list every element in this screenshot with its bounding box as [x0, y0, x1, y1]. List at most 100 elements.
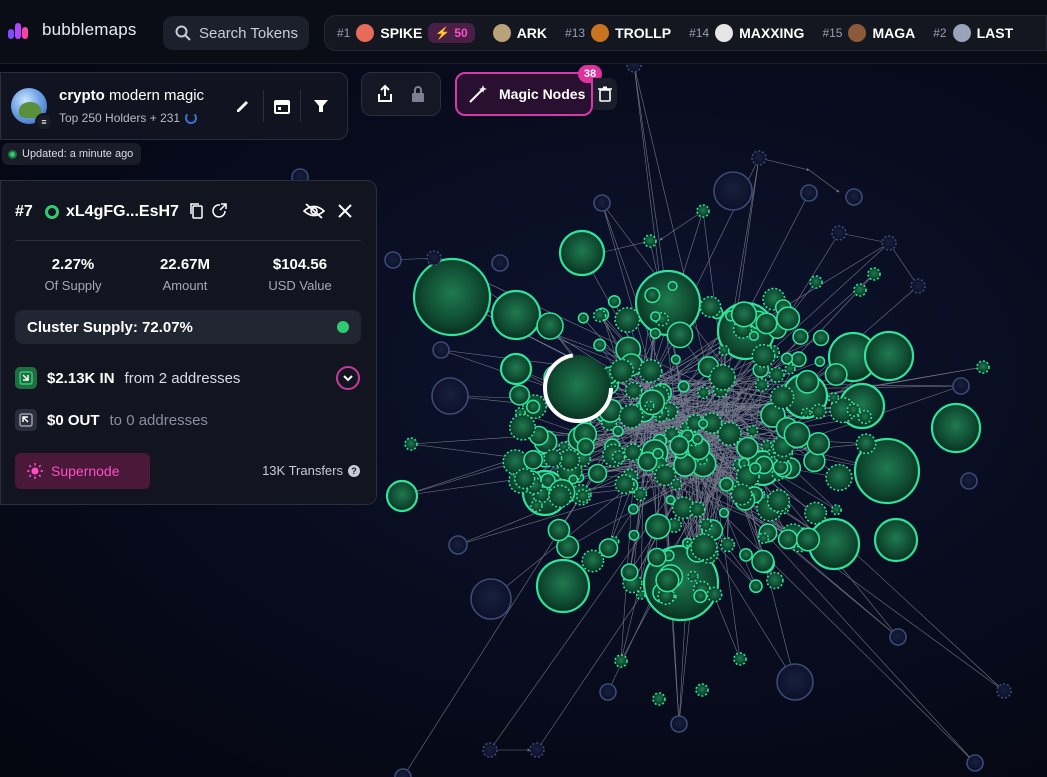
holder-bubble[interactable]: [757, 532, 770, 545]
holder-bubble[interactable]: [976, 360, 990, 374]
holder-bubble[interactable]: [644, 513, 671, 540]
holder-bubble[interactable]: [509, 384, 531, 406]
holder-bubble[interactable]: [607, 294, 621, 308]
holder-bubble[interactable]: [783, 421, 811, 449]
holder-bubble[interactable]: [577, 312, 589, 324]
holder-bubble[interactable]: [687, 570, 699, 583]
holder-bubble[interactable]: [666, 321, 694, 349]
holder-bubble[interactable]: [845, 188, 863, 206]
holder-bubble[interactable]: [689, 501, 706, 518]
holder-bubble[interactable]: [670, 354, 681, 365]
holder-bubble[interactable]: [766, 571, 784, 590]
holder-bubble[interactable]: [634, 269, 702, 337]
calendar-button[interactable]: [271, 95, 293, 117]
holder-bubble[interactable]: [547, 518, 571, 542]
holder-bubble[interactable]: [706, 586, 723, 603]
holder-bubble[interactable]: [996, 683, 1012, 699]
holder-bubble[interactable]: [669, 435, 690, 456]
holder-bubble[interactable]: [825, 463, 853, 492]
wallet-address[interactable]: xL4gFG...EsH7: [66, 203, 179, 221]
holder-bubble[interactable]: [614, 654, 628, 668]
holder-bubble[interactable]: [412, 257, 492, 337]
holder-bubble[interactable]: [827, 392, 840, 404]
holder-bubble[interactable]: [665, 494, 676, 505]
holder-bubble[interactable]: [846, 403, 861, 417]
holder-bubble[interactable]: [867, 267, 881, 281]
magic-nodes-button[interactable]: Magic Nodes: [455, 72, 593, 116]
holder-bubble[interactable]: [790, 351, 807, 368]
ticker-item[interactable]: ARK: [492, 24, 547, 42]
holder-bubble[interactable]: [749, 579, 763, 594]
holder-bubble[interactable]: [628, 529, 640, 541]
holder-bubble[interactable]: [624, 381, 643, 400]
hide-eye-icon[interactable]: [303, 202, 325, 220]
holder-bubble[interactable]: [810, 403, 827, 420]
holder-bubble[interactable]: [695, 683, 709, 697]
holder-bubble[interactable]: [780, 352, 794, 365]
holder-bubble[interactable]: [384, 251, 402, 269]
holder-bubble[interactable]: [670, 715, 688, 733]
holder-bubble[interactable]: [490, 289, 542, 341]
holder-bubble[interactable]: [593, 338, 607, 352]
ticker-item[interactable]: #13 TROLLP: [565, 24, 671, 42]
holder-bubble[interactable]: [535, 558, 591, 614]
holder-bubble[interactable]: [830, 504, 842, 516]
holder-bubble[interactable]: [718, 507, 730, 518]
ticker-item[interactable]: #15 MAGA: [822, 24, 915, 42]
holder-bubble[interactable]: [952, 377, 970, 395]
holder-bubble[interactable]: [592, 308, 607, 323]
holder-bubble[interactable]: [812, 329, 830, 347]
holder-bubble[interactable]: [575, 488, 590, 503]
ticker-item[interactable]: #1 SPIKE ⚡ 50: [337, 23, 475, 43]
holder-bubble[interactable]: [739, 548, 753, 562]
holder-bubble[interactable]: [650, 311, 661, 322]
holder-bubble[interactable]: [548, 484, 572, 509]
holder-bubble[interactable]: [795, 369, 820, 394]
external-link-icon[interactable]: [211, 202, 228, 220]
holder-bubble[interactable]: [667, 280, 678, 292]
holder-bubble[interactable]: [751, 549, 775, 574]
holder-bubble[interactable]: [754, 377, 769, 392]
holder-bubble[interactable]: [792, 328, 809, 345]
holder-bubble[interactable]: [881, 235, 897, 251]
holder-bubble[interactable]: [853, 283, 867, 297]
holder-bubble[interactable]: [857, 409, 873, 425]
holder-bubble[interactable]: [795, 527, 821, 552]
holder-bubble[interactable]: [746, 424, 759, 437]
holder-bubble[interactable]: [543, 448, 563, 468]
holder-bubble[interactable]: [385, 479, 419, 513]
holder-bubble[interactable]: [733, 652, 747, 666]
holder-bubble[interactable]: [736, 436, 759, 460]
holder-bubble[interactable]: [655, 568, 680, 593]
holder-bubble[interactable]: [696, 204, 710, 218]
holder-bubble[interactable]: [800, 184, 818, 202]
holder-bubble[interactable]: [831, 225, 847, 241]
holder-bubble[interactable]: [760, 439, 773, 452]
copy-icon[interactable]: [189, 202, 205, 220]
holder-bubble[interactable]: [618, 403, 644, 429]
holder-bubble[interactable]: [748, 330, 760, 342]
holder-bubble[interactable]: [599, 683, 617, 701]
holder-bubble[interactable]: [824, 362, 848, 386]
logo[interactable]: bubblemaps: [8, 20, 137, 40]
holder-bubble[interactable]: [699, 295, 722, 318]
holder-bubble[interactable]: [751, 343, 776, 368]
holder-bubble[interactable]: [581, 549, 605, 573]
holder-bubble[interactable]: [568, 474, 579, 485]
holder-bubble[interactable]: [644, 400, 655, 411]
holder-bubble[interactable]: [614, 474, 635, 495]
holder-bubble[interactable]: [730, 483, 753, 506]
holder-bubble[interactable]: [576, 437, 595, 456]
holder-bubble[interactable]: [966, 754, 984, 772]
holder-bubble[interactable]: [635, 590, 646, 600]
holder-bubble[interactable]: [800, 407, 812, 418]
holder-bubble[interactable]: [769, 385, 795, 410]
holder-bubble[interactable]: [470, 578, 512, 620]
lock-icon[interactable]: [408, 84, 428, 104]
holder-bubble[interactable]: [677, 380, 690, 393]
selected-holder-bubble[interactable]: [543, 353, 613, 423]
holder-bubble[interactable]: [593, 194, 611, 212]
holder-bubble[interactable]: [690, 533, 718, 561]
holder-bubble[interactable]: [777, 529, 799, 550]
holder-bubble[interactable]: [751, 150, 767, 166]
